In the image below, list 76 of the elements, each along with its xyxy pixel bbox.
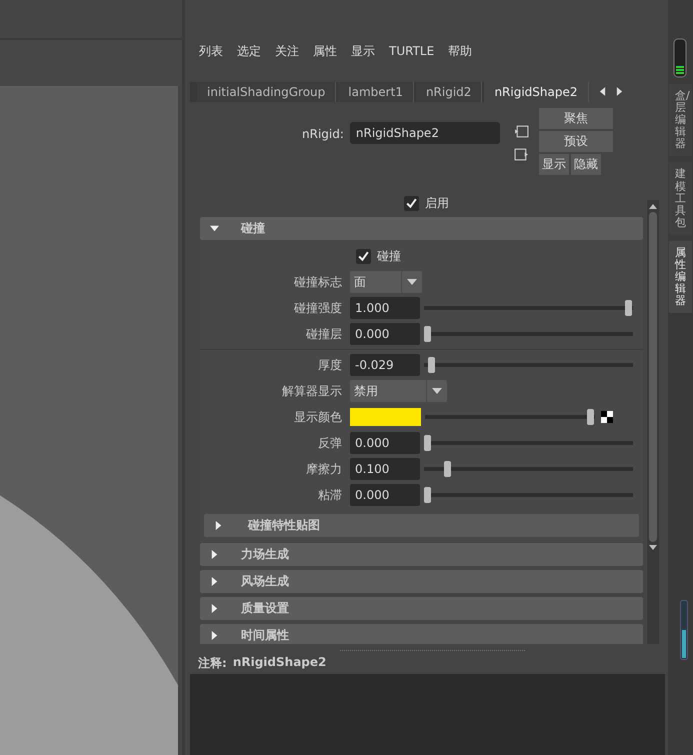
panel-button[interactable]: 隐藏 xyxy=(570,154,601,175)
attribute-label: 厚度 xyxy=(317,356,343,374)
left-arrow-icon[interactable] xyxy=(598,86,606,97)
attribute-label: 碰撞强度 xyxy=(293,300,343,316)
notes-node-name: nRigidShape2 xyxy=(232,655,326,671)
side-tab[interactable]: 建模工具包 xyxy=(669,162,692,235)
dropdown-arrow-icon[interactable] xyxy=(432,388,442,394)
attribute-label: 显示颜色 xyxy=(293,408,343,426)
number-field[interactable]: -0.029 xyxy=(350,354,420,376)
panel-button[interactable]: 显示 xyxy=(538,154,569,175)
menu-item[interactable]: 属性 xyxy=(313,42,337,60)
expand-triangle-icon[interactable] xyxy=(210,604,219,613)
attribute-label: 解算器显示 xyxy=(281,382,343,400)
section-header[interactable]: 碰撞 xyxy=(200,217,643,240)
dropdown-arrow-icon[interactable] xyxy=(407,279,417,285)
section-header[interactable]: 风场生成 xyxy=(200,570,643,593)
checkbox[interactable] xyxy=(356,248,371,264)
node-tab[interactable]: nRigid2 xyxy=(416,82,482,102)
side-tab[interactable]: 盒/层编辑器 xyxy=(669,84,692,156)
slider-handle[interactable] xyxy=(444,461,452,477)
color-swatch[interactable] xyxy=(350,408,421,426)
node-name-field[interactable]: nRigidShape2 xyxy=(350,122,500,144)
scroll-down-icon[interactable] xyxy=(648,545,658,551)
dropdown[interactable]: 禁用 xyxy=(350,380,447,402)
collapse-triangle-icon[interactable] xyxy=(210,224,219,233)
number-field[interactable]: 1.000 xyxy=(350,297,420,319)
number-field[interactable]: 0.000 xyxy=(350,323,420,345)
expand-triangle-icon[interactable] xyxy=(210,631,219,640)
node-tab[interactable]: nRigidShape2 xyxy=(484,82,588,102)
scroll-up-icon[interactable] xyxy=(648,203,658,209)
notes-field[interactable] xyxy=(190,674,665,755)
section-header[interactable]: 碰撞特性贴图 xyxy=(204,514,639,537)
slider-handle[interactable] xyxy=(587,409,594,425)
meter-icon xyxy=(673,38,687,78)
slider-handle[interactable] xyxy=(424,435,431,451)
expand-triangle-icon[interactable] xyxy=(210,550,219,559)
slider-handle[interactable] xyxy=(625,300,632,316)
section-header[interactable]: 质量设置 xyxy=(200,597,643,620)
load-input-icon[interactable] xyxy=(514,124,529,139)
right-arrow-icon[interactable] xyxy=(616,86,622,97)
attribute-label: 碰撞层 xyxy=(305,326,343,342)
field-label: nRigid: xyxy=(302,127,344,141)
checker-icon[interactable] xyxy=(601,411,613,423)
attribute-label: 碰撞标志 xyxy=(293,274,343,290)
dropdown[interactable]: 面 xyxy=(350,271,422,293)
menu-item[interactable]: 显示 xyxy=(351,42,375,60)
section-header[interactable]: 力场生成 xyxy=(200,543,643,566)
expand-triangle-icon[interactable] xyxy=(214,521,223,530)
panel-button[interactable]: 预设 xyxy=(538,131,613,152)
number-field[interactable]: 0.100 xyxy=(350,458,420,480)
node-tab[interactable]: initialShadingGroup xyxy=(197,82,336,102)
load-output-icon[interactable] xyxy=(514,147,529,162)
checkbox-label: 启用 xyxy=(425,194,449,212)
slider-handle[interactable] xyxy=(428,357,436,373)
section-header[interactable]: 时间属性 xyxy=(200,624,643,644)
attribute-label: 反弹 xyxy=(317,434,343,452)
menu-item[interactable]: 列表 xyxy=(199,42,223,60)
notes-label: 注释: xyxy=(198,655,227,672)
side-tab[interactable]: 属性编辑器 xyxy=(669,240,692,314)
checkbox-label: 碰撞 xyxy=(377,248,401,264)
slider-handle[interactable] xyxy=(424,487,431,503)
slider-handle[interactable] xyxy=(424,326,431,342)
node-tab[interactable]: lambert1 xyxy=(338,82,414,102)
menu-item[interactable]: 帮助 xyxy=(448,42,472,60)
attribute-label: 粘滞 xyxy=(317,486,343,504)
menu-item[interactable]: TURTLE xyxy=(389,44,434,58)
expand-triangle-icon[interactable] xyxy=(210,577,219,586)
scrollbar[interactable] xyxy=(647,200,659,644)
level-meter-icon xyxy=(680,600,688,660)
menu-item[interactable]: 关注 xyxy=(275,42,299,60)
panel-button[interactable]: 聚焦 xyxy=(538,108,613,129)
attribute-label: 摩擦力 xyxy=(305,460,343,478)
number-field[interactable]: 0.000 xyxy=(350,484,420,506)
number-field[interactable]: 0.000 xyxy=(350,432,420,454)
checkbox[interactable] xyxy=(404,196,419,210)
menu-item[interactable]: 选定 xyxy=(237,42,261,60)
